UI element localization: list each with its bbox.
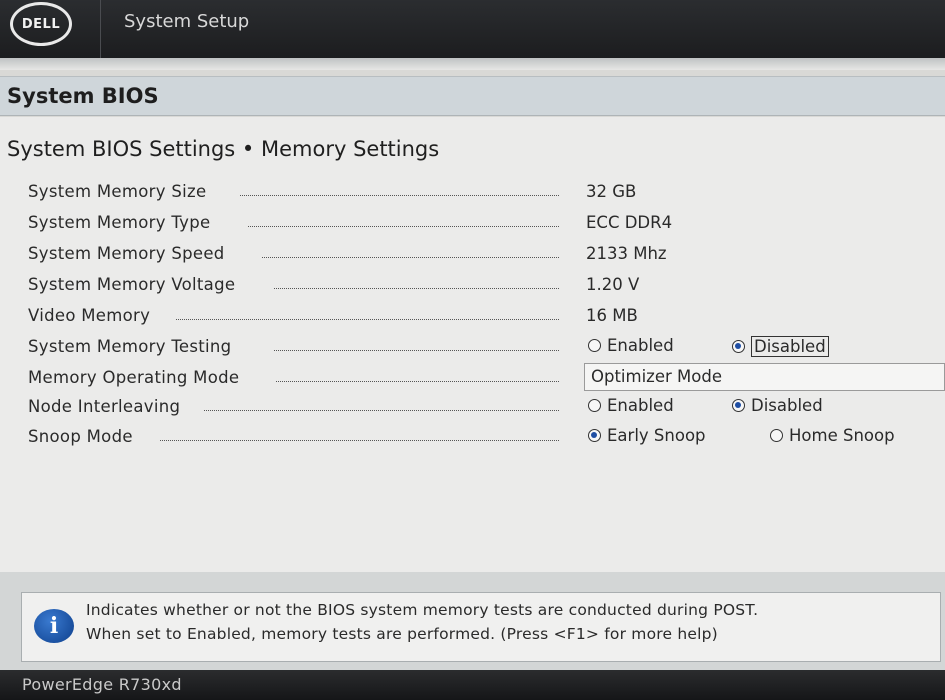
- section-title: System BIOS: [7, 84, 159, 108]
- logo-text: DELL: [21, 16, 61, 32]
- radio-label: Disabled: [751, 396, 823, 415]
- setting-row-system-memory-testing: System Memory Testing Enabled Disabled: [28, 334, 945, 362]
- leader-dots: [274, 350, 559, 351]
- help-line-2: When set to Enabled, memory tests are pe…: [86, 625, 718, 643]
- app-title: System Setup: [124, 11, 250, 32]
- setting-value: 16 MB: [586, 306, 638, 325]
- setting-value: 1.20 V: [586, 275, 640, 294]
- setting-value: 2133 Mhz: [586, 244, 667, 263]
- section-bar: System BIOS: [0, 76, 945, 116]
- setting-label: System Memory Type: [28, 213, 211, 232]
- footer-bar: PowerEdge R730xd: [0, 670, 945, 700]
- radio-button-selected-icon: [732, 340, 745, 353]
- radio-label: Enabled: [607, 336, 674, 355]
- memory-testing-disabled-radio[interactable]: Disabled: [732, 336, 829, 357]
- page-title: System BIOS Settings • Memory Settings: [7, 137, 440, 161]
- leader-dots: [276, 381, 559, 382]
- memory-testing-enabled-radio[interactable]: Enabled: [588, 336, 674, 355]
- setting-row-system-memory-size: System Memory Size 32 GB: [28, 179, 945, 207]
- node-interleaving-enabled-radio[interactable]: Enabled: [588, 396, 674, 415]
- setting-row-memory-operating-mode: Memory Operating Mode Optimizer Mode: [28, 363, 945, 393]
- leader-dots: [248, 226, 559, 227]
- info-icon: i: [34, 609, 74, 643]
- snoop-mode-early-snoop-radio[interactable]: Early Snoop: [588, 426, 706, 445]
- setting-label: Node Interleaving: [28, 397, 181, 416]
- leader-dots: [262, 257, 559, 258]
- setting-label: System Memory Speed: [28, 244, 225, 263]
- snoop-mode-home-snoop-radio[interactable]: Home Snoop: [770, 426, 895, 445]
- title-bar: DELL System Setup: [0, 0, 945, 58]
- radio-label: Enabled: [607, 396, 674, 415]
- help-text: Indicates whether or not the BIOS system…: [86, 598, 758, 646]
- setting-label: System Memory Testing: [28, 337, 232, 356]
- help-box: i Indicates whether or not the BIOS syst…: [21, 592, 941, 662]
- setting-label: System Memory Voltage: [28, 275, 236, 294]
- header-strip: [0, 58, 945, 70]
- leader-dots: [204, 410, 559, 411]
- setting-row-node-interleaving: Node Interleaving Enabled Disabled: [28, 394, 945, 422]
- leader-dots: [176, 319, 559, 320]
- setting-row-system-memory-speed: System Memory Speed 2133 Mhz: [28, 241, 945, 269]
- radio-label: Home Snoop: [789, 426, 895, 445]
- setting-row-system-memory-type: System Memory Type ECC DDR4: [28, 210, 945, 238]
- leader-dots: [240, 195, 559, 196]
- setting-label: System Memory Size: [28, 182, 207, 201]
- setting-value: 32 GB: [586, 182, 637, 201]
- radio-button-icon: [588, 339, 601, 352]
- setting-label: Snoop Mode: [28, 427, 133, 446]
- setting-label: Memory Operating Mode: [28, 368, 240, 387]
- node-interleaving-disabled-radio[interactable]: Disabled: [732, 396, 823, 415]
- radio-button-selected-icon: [588, 429, 601, 442]
- radio-button-icon: [770, 429, 783, 442]
- radio-label: Disabled: [751, 336, 829, 357]
- memory-operating-mode-select[interactable]: Optimizer Mode: [584, 363, 945, 391]
- help-area: i Indicates whether or not the BIOS syst…: [0, 572, 945, 670]
- setting-row-system-memory-voltage: System Memory Voltage 1.20 V: [28, 272, 945, 300]
- radio-button-icon: [588, 399, 601, 412]
- radio-label: Early Snoop: [607, 426, 706, 445]
- setting-row-snoop-mode: Snoop Mode Early Snoop Home Snoop: [28, 424, 945, 452]
- settings-panel: System BIOS Settings • Memory Settings S…: [0, 117, 945, 572]
- setting-label: Video Memory: [28, 306, 151, 325]
- setting-value: ECC DDR4: [586, 213, 673, 232]
- header-divider: [100, 0, 101, 58]
- leader-dots: [160, 440, 559, 441]
- dell-logo: DELL: [10, 2, 72, 46]
- setting-row-video-memory: Video Memory 16 MB: [28, 303, 945, 331]
- help-line-1: Indicates whether or not the BIOS system…: [86, 601, 759, 619]
- leader-dots: [274, 288, 559, 289]
- server-model: PowerEdge R730xd: [22, 675, 182, 694]
- radio-button-selected-icon: [732, 399, 745, 412]
